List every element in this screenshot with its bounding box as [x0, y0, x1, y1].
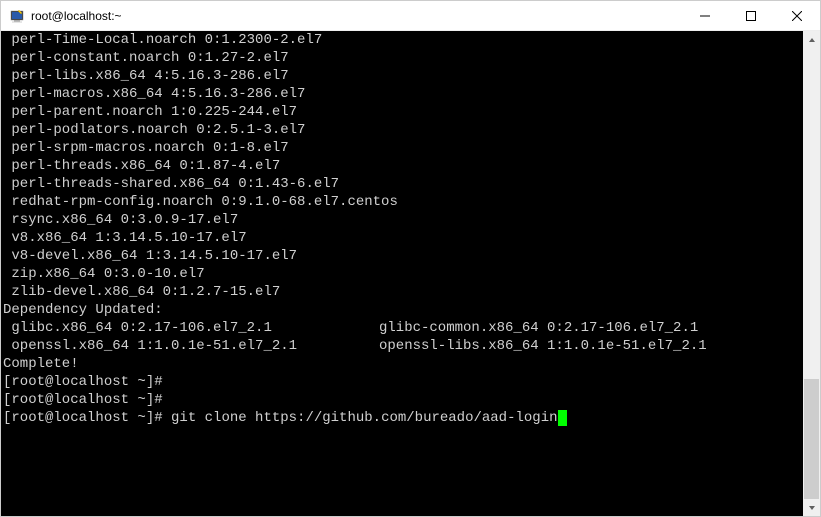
dep-col1: openssl.x86_64 1:1.0.1e-51.el7_2.1: [3, 337, 379, 355]
terminal-area: perl-Time-Local.noarch 0:1.2300-2.el7 pe…: [1, 31, 820, 516]
terminal-line: v8.x86_64 1:3.14.5.10-17.el7: [3, 229, 801, 247]
terminal-line: [root@localhost ~]#: [3, 373, 801, 391]
dep-col2: openssl-libs.x86_64 1:1.0.1e-51.el7_2.1: [379, 338, 707, 354]
scroll-up-icon[interactable]: [803, 31, 820, 48]
scroll-thumb[interactable]: [804, 379, 819, 499]
terminal-line: perl-srpm-macros.noarch 0:1-8.el7: [3, 139, 801, 157]
command-input[interactable]: git clone https://github.com/bureado/aad…: [171, 410, 557, 426]
terminal-line: openssl.x86_64 1:1.0.1e-51.el7_2.1openss…: [3, 337, 801, 355]
terminal-line: zip.x86_64 0:3.0-10.el7: [3, 265, 801, 283]
putty-icon: [9, 8, 25, 24]
terminal-line: perl-libs.x86_64 4:5.16.3-286.el7: [3, 67, 801, 85]
dep-col2: glibc-common.x86_64 0:2.17-106.el7_2.1: [379, 320, 698, 336]
putty-window: root@localhost:~ perl-Time-Local.noarch …: [0, 0, 821, 517]
scroll-track[interactable]: [803, 48, 820, 499]
window-title: root@localhost:~: [31, 9, 682, 23]
cursor: [558, 410, 567, 426]
terminal-line: perl-podlators.noarch 0:2.5.1-3.el7: [3, 121, 801, 139]
dep-col1: glibc.x86_64 0:2.17-106.el7_2.1: [3, 319, 379, 337]
close-button[interactable]: [774, 1, 820, 30]
terminal-prompt-line: [root@localhost ~]# git clone https://gi…: [3, 409, 801, 427]
terminal-line: Complete!: [3, 355, 801, 373]
terminal-line: perl-constant.noarch 0:1.27-2.el7: [3, 49, 801, 67]
terminal-line: perl-threads.x86_64 0:1.87-4.el7: [3, 157, 801, 175]
window-controls: [682, 1, 820, 30]
terminal-line: perl-Time-Local.noarch 0:1.2300-2.el7: [3, 31, 801, 49]
maximize-button[interactable]: [728, 1, 774, 30]
terminal-line: redhat-rpm-config.noarch 0:9.1.0-68.el7.…: [3, 193, 801, 211]
terminal[interactable]: perl-Time-Local.noarch 0:1.2300-2.el7 pe…: [1, 31, 803, 516]
terminal-line: v8-devel.x86_64 1:3.14.5.10-17.el7: [3, 247, 801, 265]
terminal-line: perl-threads-shared.x86_64 0:1.43-6.el7: [3, 175, 801, 193]
scroll-down-icon[interactable]: [803, 499, 820, 516]
terminal-line: [root@localhost ~]#: [3, 391, 801, 409]
minimize-button[interactable]: [682, 1, 728, 30]
titlebar[interactable]: root@localhost:~: [1, 1, 820, 31]
terminal-line: Dependency Updated:: [3, 301, 801, 319]
terminal-line: zlib-devel.x86_64 0:1.2.7-15.el7: [3, 283, 801, 301]
terminal-line: perl-parent.noarch 1:0.225-244.el7: [3, 103, 801, 121]
terminal-line: rsync.x86_64 0:3.0.9-17.el7: [3, 211, 801, 229]
terminal-line: glibc.x86_64 0:2.17-106.el7_2.1glibc-com…: [3, 319, 801, 337]
prompt: [root@localhost ~]#: [3, 410, 171, 426]
terminal-line: perl-macros.x86_64 4:5.16.3-286.el7: [3, 85, 801, 103]
scrollbar[interactable]: [803, 31, 820, 516]
